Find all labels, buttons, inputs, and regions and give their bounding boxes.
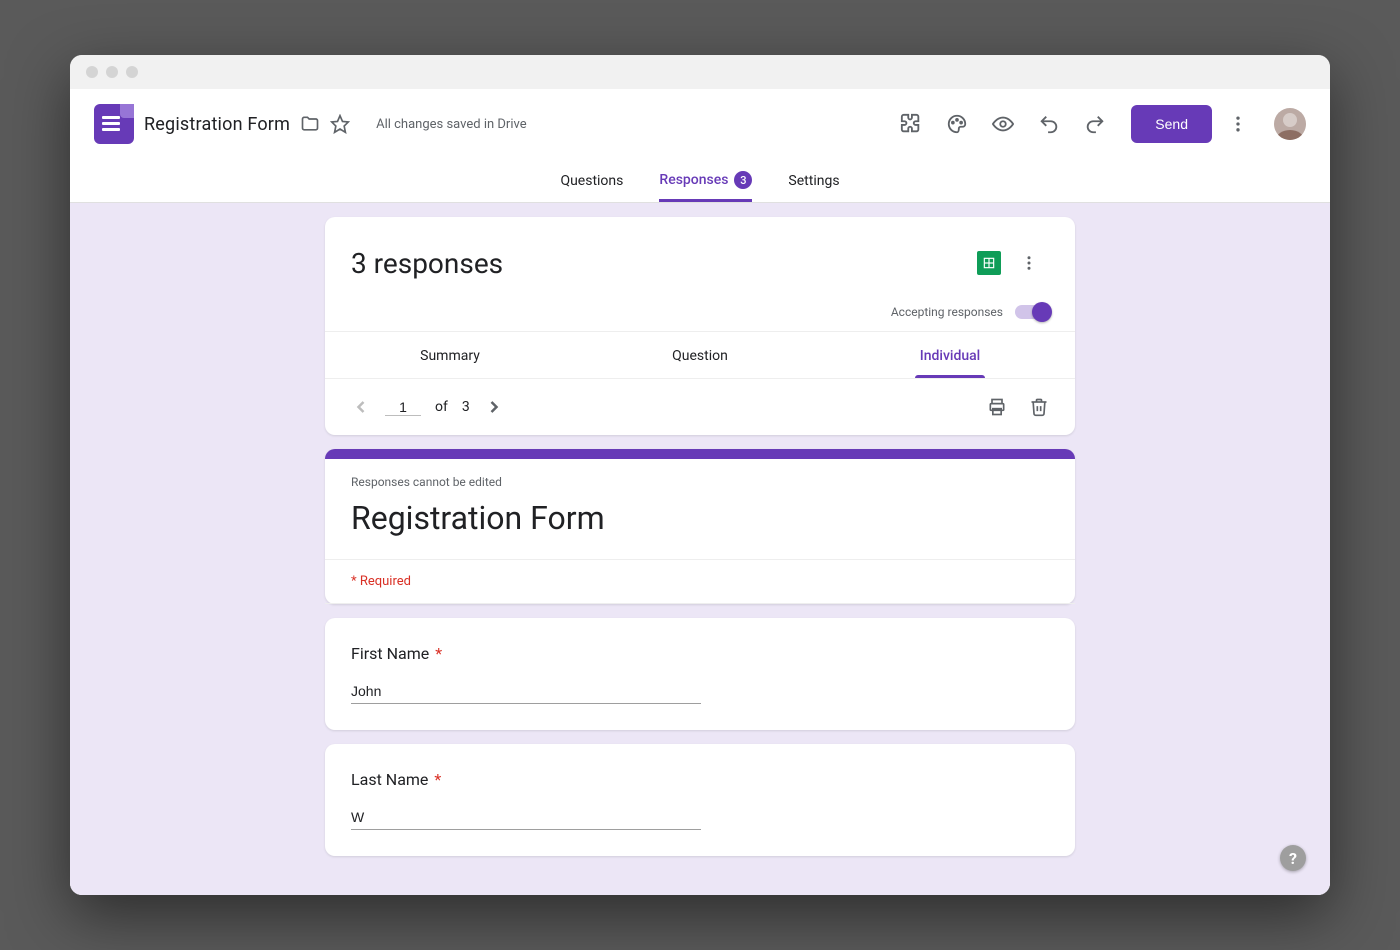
document-title[interactable]: Registration Form [144, 114, 290, 135]
pager-of-label: of [435, 399, 448, 415]
undo-button[interactable] [1029, 104, 1069, 144]
form-title: Registration Form [325, 489, 1075, 559]
palette-button[interactable] [937, 104, 977, 144]
responses-count-badge: 3 [734, 171, 752, 189]
print-icon[interactable] [987, 397, 1007, 417]
tab-responses[interactable]: Responses 3 [659, 171, 752, 202]
answer-first-name[interactable] [351, 679, 701, 704]
tab-questions[interactable]: Questions [560, 173, 623, 202]
response-pager: of 3 [325, 378, 1075, 435]
preview-button[interactable] [983, 104, 1023, 144]
responses-inner-tabs: Summary Question Individual [325, 331, 1075, 378]
prev-response-button[interactable] [351, 397, 371, 417]
canvas-area: 3 responses Accepting responses Summary … [70, 203, 1330, 895]
forms-logo-icon[interactable] [94, 104, 134, 144]
delete-icon[interactable] [1029, 397, 1049, 417]
responses-card: 3 responses Accepting responses Summary … [325, 217, 1075, 435]
main-tabs: Questions Responses 3 Settings [70, 159, 1330, 203]
inner-tab-summary[interactable]: Summary [325, 332, 575, 378]
more-menu-button[interactable] [1218, 104, 1258, 144]
star-icon[interactable] [330, 114, 350, 134]
question-card-first-name: First Name * [325, 618, 1075, 730]
accepting-label: Accepting responses [891, 305, 1003, 319]
mac-traffic-lights [70, 55, 1330, 89]
required-legend: * Required [325, 559, 1075, 604]
sheets-icon[interactable] [977, 251, 1001, 275]
cannot-edit-label: Responses cannot be edited [325, 459, 1075, 489]
answer-last-name[interactable] [351, 805, 701, 830]
send-button[interactable]: Send [1131, 105, 1212, 143]
mac-minimize-dot[interactable] [106, 66, 118, 78]
account-avatar[interactable] [1274, 108, 1306, 140]
question-label: Last Name * [351, 770, 1049, 789]
save-status-label: All changes saved in Drive [376, 117, 527, 132]
inner-tab-individual[interactable]: Individual [825, 332, 1075, 378]
inner-tab-question[interactable]: Question [575, 332, 825, 378]
tab-settings[interactable]: Settings [788, 173, 839, 202]
question-label: First Name * [351, 644, 1049, 663]
response-index-input[interactable] [385, 399, 421, 416]
app-header: Registration Form All changes saved in D… [70, 89, 1330, 159]
accepting-toggle[interactable] [1015, 305, 1049, 319]
form-header-card: Responses cannot be edited Registration … [325, 449, 1075, 604]
mac-zoom-dot[interactable] [126, 66, 138, 78]
responses-more-button[interactable] [1009, 243, 1049, 283]
redo-button[interactable] [1075, 104, 1115, 144]
mac-close-dot[interactable] [86, 66, 98, 78]
pager-total: 3 [462, 399, 470, 415]
responses-title: 3 responses [351, 247, 503, 280]
folder-icon[interactable] [300, 114, 320, 134]
tab-responses-label: Responses [659, 172, 728, 188]
help-icon[interactable]: ? [1280, 845, 1306, 871]
question-card-last-name: Last Name * [325, 744, 1075, 856]
app-shell: Registration Form All changes saved in D… [70, 89, 1330, 895]
addons-button[interactable] [891, 104, 931, 144]
next-response-button[interactable] [484, 397, 504, 417]
